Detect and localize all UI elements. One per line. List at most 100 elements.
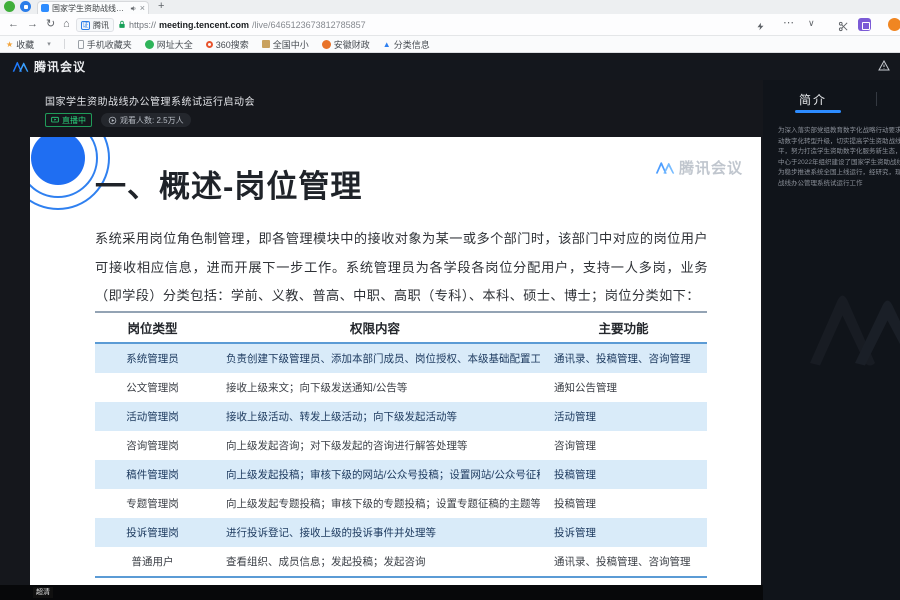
bookmark-label: 安徽财政 [334, 38, 370, 51]
app-navbar: 腾讯会议 [0, 53, 900, 80]
scissors-icon[interactable] [838, 19, 849, 37]
site-verification-badge[interactable]: 证 腾讯 [76, 18, 114, 32]
slide-paragraph: 系统采用岗位角色制管理，即各管理模块中的接收对象为某一或多个部门时，该部门中对应… [95, 225, 708, 311]
cell-position-type: 公文管理岗 [95, 380, 210, 395]
intro-line: 平，努力打造学生资助数字化服务新生态，全 [778, 147, 900, 158]
active-tab-underline [795, 110, 841, 113]
url-path: /live/6465123673812785857 [252, 20, 366, 30]
cell-position-type: 系统管理员 [95, 351, 210, 366]
intro-line: 为深入落实部党组教育数字化战略行动要求， [778, 126, 900, 137]
bookmark-item[interactable]: 手机收藏夹 [78, 38, 132, 51]
table-row: 专题管理岗向上级发起专题投稿；审核下级的专题投稿；设置专题征稿的主题等投稿管理 [95, 489, 707, 518]
back-button[interactable]: ← [8, 18, 19, 31]
lock-icon [118, 20, 126, 31]
bookmark-item[interactable]: ★收藏 [6, 38, 34, 51]
bookmarks-bar: ★收藏 ▾ 手机收藏夹 网址大全 360搜索全国中小 安徽财政 ▲分类信息 [0, 36, 900, 53]
info-sidebar: 简介 为深入落实部党组教育数字化战略行动要求，动数字化转型升级，切实提高学生资助… [763, 80, 900, 600]
slide-watermark: 腾讯会议 [655, 157, 743, 178]
cell-permissions: 向上级发起咨询；对下级发起的咨询进行解答处理等 [210, 438, 540, 453]
table-header-type: 岗位类型 [95, 318, 210, 337]
bookmark-label: 360搜索 [216, 38, 249, 51]
url-scheme: https:// [129, 20, 156, 30]
position-table: 岗位类型 权限内容 主要功能 系统管理员负责创建下级管理员、添加本部门成员、岗位… [95, 311, 707, 578]
warning-icon[interactable] [878, 58, 890, 76]
address-bar[interactable]: https://meeting.tencent.com/live/6465123… [118, 18, 366, 32]
cell-position-type: 普通用户 [95, 554, 210, 569]
browser-tab-strip: 国家学生资助战线办公管... × + [0, 0, 900, 14]
live-video-slide[interactable]: 腾讯会议 一、概述-岗位管理 系统采用岗位角色制管理，即各管理模块中的接收对象为… [30, 137, 761, 585]
extension-purple-icon[interactable] [858, 18, 871, 31]
reload-button[interactable]: ↻ [46, 18, 55, 31]
new-tab-button[interactable]: + [158, 0, 164, 12]
bookmarks-caret-icon[interactable]: ▾ [47, 40, 51, 48]
site-badge-label: 腾讯 [93, 20, 109, 31]
ring-red-icon [206, 41, 213, 48]
table-row: 投诉管理岗进行投诉登记、接收上级的投诉事件并处理等投诉管理 [95, 518, 707, 547]
tab-close-icon[interactable]: × [140, 4, 145, 13]
meeting-logo-icon [12, 60, 29, 73]
live-icon [51, 116, 59, 124]
brand-name: 腾讯会议 [34, 58, 86, 75]
extension-orange-icon[interactable] [888, 18, 900, 31]
meeting-title: 国家学生资助战线办公管理系统试运行启动会 [45, 93, 255, 108]
cell-main-functions: 活动管理 [540, 409, 707, 424]
table-row: 活动管理岗接收上级活动、转发上级活动；向下级发起活动等活动管理 [95, 402, 707, 431]
cell-main-functions: 通知公告管理 [540, 380, 707, 395]
table-body: 系统管理员负责创建下级管理员、添加本部门成员、岗位授权、本级基础配置工作等通讯录… [95, 344, 707, 576]
table-row: 普通用户查看组织、成员信息；发起投稿；发起咨询通讯录、投稿管理、咨询管理 [95, 547, 707, 576]
globe-green-icon [145, 40, 154, 49]
cell-permissions: 负责创建下级管理员、添加本部门成员、岗位授权、本级基础配置工作等 [210, 351, 540, 366]
cell-main-functions: 通讯录、投稿管理、咨询管理 [540, 554, 707, 569]
more-menu-icon[interactable]: ⋯ [783, 16, 794, 29]
browser-toolbar: ← → ↻ ⌂ 证 腾讯 https://meeting.tencent.com… [0, 14, 900, 36]
bookmark-label: 网址大全 [157, 38, 193, 51]
browser-shield-icon[interactable] [20, 1, 31, 12]
cell-position-type: 活动管理岗 [95, 409, 210, 424]
viewers-badge: 观看人数: 2.5万人 [101, 113, 191, 127]
cell-permissions: 查看组织、成员信息；发起投稿；发起咨询 [210, 554, 540, 569]
cell-position-type: 专题管理岗 [95, 496, 210, 511]
table-header-func: 主要功能 [540, 318, 707, 337]
table-row: 公文管理岗接收上级来文；向下级发送通知/公告等通知公告管理 [95, 373, 707, 402]
tencent-meeting-logo[interactable]: 腾讯会议 [12, 58, 86, 75]
browser-tab[interactable]: 国家学生资助战线办公管... × [37, 1, 149, 14]
cell-main-functions: 投稿管理 [540, 467, 707, 482]
cell-permissions: 进行投诉登记、接收上级的投诉事件并处理等 [210, 525, 540, 540]
browser-logo-icon[interactable] [4, 1, 15, 12]
bookmark-label: 收藏 [16, 38, 34, 51]
cell-permissions: 向上级发起专题投稿；审核下级的专题投稿；设置专题征稿的主题等 [210, 496, 540, 511]
tab-favicon-icon [41, 4, 49, 12]
bookmark-item[interactable]: 安徽财政 [322, 38, 370, 51]
cell-main-functions: 咨询管理 [540, 438, 707, 453]
intro-line: 战线办公管理系统试运行工作 [778, 179, 900, 190]
bookmark-item[interactable]: ▲分类信息 [383, 38, 430, 51]
live-label: 直播中 [62, 115, 86, 126]
play-circle-icon [108, 116, 117, 125]
cell-permissions: 接收上级来文；向下级发送通知/公告等 [210, 380, 540, 395]
intro-line: 中心于2022年组织建设了国家学生资助战线 [778, 158, 900, 169]
meeting-badges: 直播中 观看人数: 2.5万人 [45, 113, 191, 127]
lightning-icon[interactable] [756, 19, 765, 37]
bookmark-item[interactable]: 网址大全 [145, 38, 193, 51]
watermark-text: 腾讯会议 [679, 157, 743, 178]
star-icon: ★ [6, 40, 13, 49]
cell-permissions: 接收上级活动、转发上级活动；向下级发起活动等 [210, 409, 540, 424]
cell-position-type: 投诉管理岗 [95, 525, 210, 540]
meeting-logo-icon [655, 160, 675, 175]
cell-main-functions: 投诉管理 [540, 525, 707, 540]
bookmark-item[interactable]: 全国中小 [262, 38, 309, 51]
intro-text: 为深入落实部党组教育数字化战略行动要求，动数字化转型升级，切实提高学生资助战线服… [778, 126, 900, 189]
tab-title: 国家学生资助战线办公管... [52, 3, 127, 14]
cell-position-type: 稿件管理岗 [95, 467, 210, 482]
home-button[interactable]: ⌂ [63, 18, 70, 31]
toolbar-dropdown-icon[interactable]: ∨ [808, 18, 815, 29]
tab-intro[interactable]: 简介 [799, 91, 827, 108]
doc-gray-icon [262, 40, 270, 48]
table-row: 系统管理员负责创建下级管理员、添加本部门成员、岗位授权、本级基础配置工作等通讯录… [95, 344, 707, 373]
slide-title: 一、概述-岗位管理 [95, 167, 362, 207]
table-header-perm: 权限内容 [210, 318, 540, 337]
cell-position-type: 咨询管理岗 [95, 438, 210, 453]
forward-button[interactable]: → [27, 18, 38, 31]
intro-line: 动数字化转型升级，切实提高学生资助战线服 [778, 137, 900, 148]
bookmark-item[interactable]: 360搜索 [206, 38, 249, 51]
